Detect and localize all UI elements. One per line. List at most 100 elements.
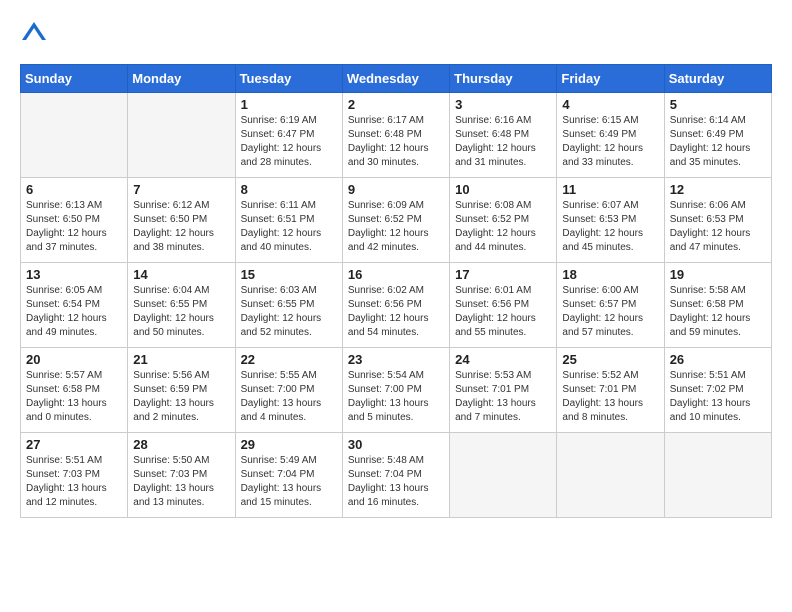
week-row: 1 Sunrise: 6:19 AM Sunset: 6:47 PM Daylig… (21, 93, 772, 178)
day-info: Sunrise: 6:05 AM Sunset: 6:54 PM Dayligh… (26, 284, 122, 340)
calendar-cell: 9 Sunrise: 6:09 AM Sunset: 6:52 PM Daylig… (342, 178, 449, 263)
day-number: 21 (133, 352, 229, 367)
calendar-cell (128, 93, 235, 178)
week-row: 20 Sunrise: 5:57 AM Sunset: 6:58 PM Dayli… (21, 348, 772, 433)
calendar-cell: 23 Sunrise: 5:54 AM Sunset: 7:00 PM Dayli… (342, 348, 449, 433)
calendar-cell: 15 Sunrise: 6:03 AM Sunset: 6:55 PM Dayli… (235, 263, 342, 348)
calendar-cell: 19 Sunrise: 5:58 AM Sunset: 6:58 PM Dayli… (664, 263, 771, 348)
calendar-header-row: SundayMondayTuesdayWednesdayThursdayFrid… (21, 65, 772, 93)
day-number: 14 (133, 267, 229, 282)
calendar-cell: 5 Sunrise: 6:14 AM Sunset: 6:49 PM Daylig… (664, 93, 771, 178)
calendar-cell: 1 Sunrise: 6:19 AM Sunset: 6:47 PM Daylig… (235, 93, 342, 178)
day-info: Sunrise: 5:56 AM Sunset: 6:59 PM Dayligh… (133, 369, 229, 425)
day-number: 19 (670, 267, 766, 282)
calendar-cell (450, 433, 557, 518)
calendar-table: SundayMondayTuesdayWednesdayThursdayFrid… (20, 64, 772, 518)
day-number: 17 (455, 267, 551, 282)
day-number: 18 (562, 267, 658, 282)
day-info: Sunrise: 5:49 AM Sunset: 7:04 PM Dayligh… (241, 454, 337, 510)
day-info: Sunrise: 6:19 AM Sunset: 6:47 PM Dayligh… (241, 114, 337, 170)
day-info: Sunrise: 5:55 AM Sunset: 7:00 PM Dayligh… (241, 369, 337, 425)
day-info: Sunrise: 5:58 AM Sunset: 6:58 PM Dayligh… (670, 284, 766, 340)
day-number: 28 (133, 437, 229, 452)
calendar-cell: 20 Sunrise: 5:57 AM Sunset: 6:58 PM Dayli… (21, 348, 128, 433)
logo-icon (20, 20, 48, 48)
weekday-header: Wednesday (342, 65, 449, 93)
day-info: Sunrise: 5:54 AM Sunset: 7:00 PM Dayligh… (348, 369, 444, 425)
weekday-header: Tuesday (235, 65, 342, 93)
day-number: 16 (348, 267, 444, 282)
day-info: Sunrise: 6:03 AM Sunset: 6:55 PM Dayligh… (241, 284, 337, 340)
day-number: 30 (348, 437, 444, 452)
day-info: Sunrise: 6:12 AM Sunset: 6:50 PM Dayligh… (133, 199, 229, 255)
calendar-cell (664, 433, 771, 518)
day-number: 20 (26, 352, 122, 367)
day-info: Sunrise: 6:01 AM Sunset: 6:56 PM Dayligh… (455, 284, 551, 340)
calendar-cell: 7 Sunrise: 6:12 AM Sunset: 6:50 PM Daylig… (128, 178, 235, 263)
day-info: Sunrise: 6:14 AM Sunset: 6:49 PM Dayligh… (670, 114, 766, 170)
calendar-cell: 10 Sunrise: 6:08 AM Sunset: 6:52 PM Dayli… (450, 178, 557, 263)
weekday-header: Sunday (21, 65, 128, 93)
calendar-cell: 17 Sunrise: 6:01 AM Sunset: 6:56 PM Dayli… (450, 263, 557, 348)
day-number: 23 (348, 352, 444, 367)
day-number: 22 (241, 352, 337, 367)
calendar-cell: 3 Sunrise: 6:16 AM Sunset: 6:48 PM Daylig… (450, 93, 557, 178)
calendar-cell: 30 Sunrise: 5:48 AM Sunset: 7:04 PM Dayli… (342, 433, 449, 518)
day-number: 5 (670, 97, 766, 112)
calendar-cell: 4Sunrise: 6:15 AM Sunset: 6:49 PM Daylig… (557, 93, 664, 178)
calendar-cell: 6Sunrise: 6:13 AM Sunset: 6:50 PM Daylig… (21, 178, 128, 263)
calendar-cell: 16Sunrise: 6:02 AM Sunset: 6:56 PM Dayli… (342, 263, 449, 348)
day-number: 24 (455, 352, 551, 367)
calendar-cell (21, 93, 128, 178)
day-info: Sunrise: 6:04 AM Sunset: 6:55 PM Dayligh… (133, 284, 229, 340)
calendar-cell: 22 Sunrise: 5:55 AM Sunset: 7:00 PM Dayli… (235, 348, 342, 433)
day-number: 12 (670, 182, 766, 197)
day-info: Sunrise: 5:51 AM Sunset: 7:03 PM Dayligh… (26, 454, 122, 510)
day-number: 3 (455, 97, 551, 112)
logo (20, 20, 52, 48)
day-info: Sunrise: 6:09 AM Sunset: 6:52 PM Dayligh… (348, 199, 444, 255)
calendar-cell (557, 433, 664, 518)
day-number: 9 (348, 182, 444, 197)
weekday-header: Saturday (664, 65, 771, 93)
day-info: Sunrise: 6:13 AM Sunset: 6:50 PM Dayligh… (26, 199, 122, 255)
day-number: 8 (241, 182, 337, 197)
day-number: 11 (562, 182, 658, 197)
calendar-cell: 24Sunrise: 5:53 AM Sunset: 7:01 PM Dayli… (450, 348, 557, 433)
page-header (20, 20, 772, 48)
calendar-cell: 27 Sunrise: 5:51 AM Sunset: 7:03 PM Dayli… (21, 433, 128, 518)
day-number: 1 (241, 97, 337, 112)
calendar-cell: 12 Sunrise: 6:06 AM Sunset: 6:53 PM Dayli… (664, 178, 771, 263)
day-info: Sunrise: 6:11 AM Sunset: 6:51 PM Dayligh… (241, 199, 337, 255)
calendar-cell: 29 Sunrise: 5:49 AM Sunset: 7:04 PM Dayli… (235, 433, 342, 518)
calendar-cell: 8 Sunrise: 6:11 AM Sunset: 6:51 PM Daylig… (235, 178, 342, 263)
day-info: Sunrise: 6:15 AM Sunset: 6:49 PM Dayligh… (562, 114, 658, 170)
day-info: Sunrise: 5:51 AM Sunset: 7:02 PM Dayligh… (670, 369, 766, 425)
week-row: 13Sunrise: 6:05 AM Sunset: 6:54 PM Dayli… (21, 263, 772, 348)
weekday-header: Monday (128, 65, 235, 93)
weekday-header: Friday (557, 65, 664, 93)
day-number: 10 (455, 182, 551, 197)
calendar-cell: 14 Sunrise: 6:04 AM Sunset: 6:55 PM Dayli… (128, 263, 235, 348)
day-number: 29 (241, 437, 337, 452)
calendar-cell: 13Sunrise: 6:05 AM Sunset: 6:54 PM Dayli… (21, 263, 128, 348)
calendar-cell: 21 Sunrise: 5:56 AM Sunset: 6:59 PM Dayli… (128, 348, 235, 433)
calendar-cell: 28 Sunrise: 5:50 AM Sunset: 7:03 PM Dayli… (128, 433, 235, 518)
day-info: Sunrise: 6:16 AM Sunset: 6:48 PM Dayligh… (455, 114, 551, 170)
calendar-cell: 2Sunrise: 6:17 AM Sunset: 6:48 PM Daylig… (342, 93, 449, 178)
day-info: Sunrise: 6:08 AM Sunset: 6:52 PM Dayligh… (455, 199, 551, 255)
day-number: 26 (670, 352, 766, 367)
day-number: 7 (133, 182, 229, 197)
day-info: Sunrise: 5:52 AM Sunset: 7:01 PM Dayligh… (562, 369, 658, 425)
day-number: 15 (241, 267, 337, 282)
day-number: 27 (26, 437, 122, 452)
day-info: Sunrise: 6:06 AM Sunset: 6:53 PM Dayligh… (670, 199, 766, 255)
day-info: Sunrise: 6:17 AM Sunset: 6:48 PM Dayligh… (348, 114, 444, 170)
day-info: Sunrise: 5:48 AM Sunset: 7:04 PM Dayligh… (348, 454, 444, 510)
weekday-header: Thursday (450, 65, 557, 93)
day-info: Sunrise: 6:07 AM Sunset: 6:53 PM Dayligh… (562, 199, 658, 255)
day-info: Sunrise: 5:57 AM Sunset: 6:58 PM Dayligh… (26, 369, 122, 425)
week-row: 6Sunrise: 6:13 AM Sunset: 6:50 PM Daylig… (21, 178, 772, 263)
day-info: Sunrise: 6:00 AM Sunset: 6:57 PM Dayligh… (562, 284, 658, 340)
day-info: Sunrise: 5:50 AM Sunset: 7:03 PM Dayligh… (133, 454, 229, 510)
